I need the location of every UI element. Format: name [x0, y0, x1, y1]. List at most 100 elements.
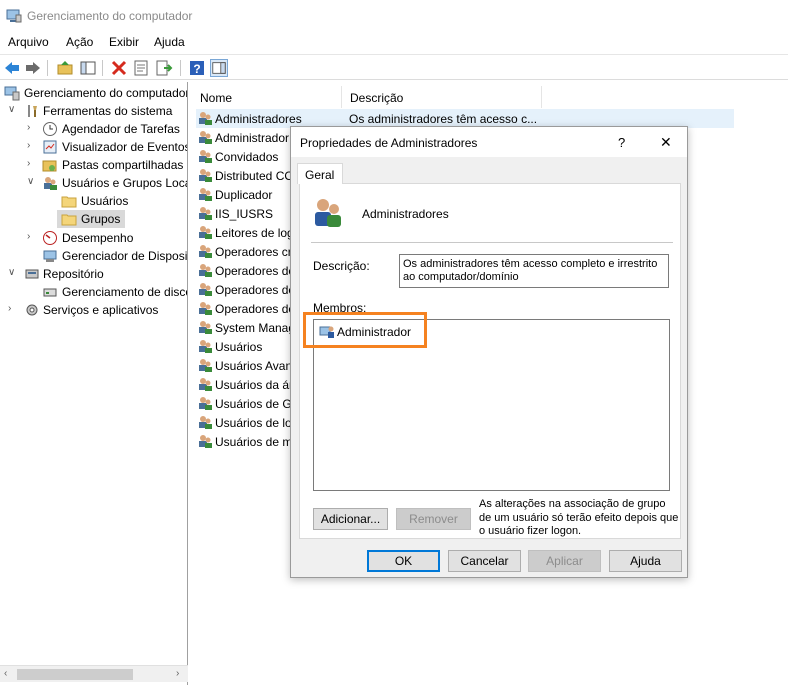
tree-item-label: Usuários: [81, 194, 129, 208]
back-arrow-icon[interactable]: [3, 59, 21, 77]
chevron-right-icon[interactable]: ›: [8, 303, 18, 314]
row-name: Operadores de: [215, 302, 296, 316]
chevron-down-icon[interactable]: ∨: [27, 176, 37, 187]
scroll-left-icon[interactable]: ‹: [4, 668, 7, 679]
group-icon: [199, 378, 212, 391]
tree-item-event-viewer[interactable]: › Visualizador de Eventos: [0, 138, 188, 156]
scrollbar-thumb[interactable]: [17, 669, 133, 680]
menu-arquivo[interactable]: Arquivo: [8, 35, 49, 49]
row-name: Administrador: [215, 131, 290, 145]
row-name: Usuários: [215, 340, 263, 354]
folder-icon: [61, 196, 77, 208]
console-tree: Gerenciamento do computador ∨ Ferramenta…: [0, 82, 188, 685]
tree-horizontal-scrollbar[interactable]: ‹ ›: [0, 665, 188, 682]
column-header-name[interactable]: Nome: [192, 86, 342, 108]
export-list-icon[interactable]: [155, 59, 173, 77]
tree-item-storage[interactable]: ∨ Repositório: [0, 265, 187, 283]
properties-dialog: Propriedades de Administradores ? ✕ Admi…: [290, 126, 688, 578]
toolbar-separator: [47, 60, 48, 76]
tree-item-label: Gerenciamento de disco: [62, 285, 188, 299]
chevron-right-icon[interactable]: ›: [27, 158, 37, 169]
storage-icon: [25, 269, 39, 279]
tree-item-task-scheduler[interactable]: › Agendador de Tarefas: [0, 120, 187, 138]
tree-item-label: Gerenciador de Disposit: [62, 249, 188, 263]
highlight-box: [303, 312, 427, 348]
row-name: Usuários Avan: [215, 359, 293, 373]
row-description: Os administradores têm acesso c...: [349, 112, 538, 126]
row-name: Operadores de: [215, 264, 296, 278]
tree-item-shared-folders[interactable]: › Pastas compartilhadas: [0, 156, 187, 174]
help-icon[interactable]: ?: [188, 59, 206, 77]
computer-mgmt-icon: [4, 86, 20, 101]
description-field[interactable]: Os administradores têm acesso completo e…: [399, 254, 669, 288]
group-icon: [315, 199, 341, 227]
chevron-down-icon[interactable]: ∨: [8, 267, 18, 278]
row-name: Convidados: [215, 150, 279, 164]
remove-button[interactable]: Remover: [396, 508, 471, 530]
tree-item-local-users-groups[interactable]: ∨ Usuários e Grupos Loca: [0, 174, 187, 192]
help-button[interactable]: Ajuda: [609, 550, 682, 572]
add-button[interactable]: Adicionar...: [313, 508, 388, 530]
row-name: Usuários de m: [215, 435, 293, 449]
scroll-right-icon[interactable]: ›: [176, 668, 179, 679]
tree-item-label: Agendador de Tarefas: [62, 122, 180, 136]
device-manager-icon: [43, 250, 57, 262]
help-question-icon[interactable]: ?: [618, 135, 625, 150]
shared-folder-icon: [42, 160, 57, 172]
tree-item-disk-management[interactable]: Gerenciamento de disco: [0, 283, 188, 301]
tree-item-system-tools[interactable]: ∨ Ferramentas do sistema: [0, 102, 187, 120]
menu-acao[interactable]: Ação: [66, 35, 93, 49]
row-name: IIS_IUSRS: [215, 207, 274, 221]
group-icon: [199, 226, 212, 239]
apply-button[interactable]: Aplicar: [528, 550, 601, 572]
row-name: Usuários da ár: [215, 378, 294, 392]
window-title: Gerenciamento do computador: [27, 9, 193, 23]
tree-item-label: Serviços e aplicativos: [43, 303, 159, 317]
row-name: System Manag: [215, 321, 296, 335]
tree-item-device-manager[interactable]: Gerenciador de Disposit: [0, 247, 188, 265]
tab-geral[interactable]: Geral: [297, 163, 343, 184]
group-icon: [199, 245, 212, 258]
clock-icon: [43, 122, 57, 136]
group-icon: [199, 131, 212, 144]
delete-icon[interactable]: [110, 59, 128, 77]
column-header-description[interactable]: Descrição: [342, 86, 542, 108]
group-icon: [199, 112, 212, 125]
menu-ajuda[interactable]: Ajuda: [154, 35, 185, 49]
group-icon: [199, 150, 212, 163]
show-hide-action-pane-icon[interactable]: [210, 59, 228, 77]
menu-exibir[interactable]: Exibir: [109, 35, 139, 49]
row-name: Administradores: [215, 112, 302, 126]
chevron-right-icon[interactable]: ›: [27, 140, 37, 151]
tools-icon: [28, 105, 37, 117]
tree-item-label: Desempenho: [62, 231, 134, 245]
tree-item-label: Visualizador de Eventos: [62, 140, 188, 154]
group-icon: [199, 340, 212, 353]
up-folder-icon[interactable]: [56, 59, 74, 77]
chevron-right-icon[interactable]: ›: [27, 122, 37, 133]
toolbar: ?: [0, 54, 788, 80]
row-name: Duplicador: [215, 188, 273, 202]
properties-icon[interactable]: [132, 59, 150, 77]
close-icon[interactable]: ✕: [660, 134, 672, 151]
tree-item-groups[interactable]: Grupos: [57, 210, 125, 228]
event-viewer-icon: [43, 140, 57, 154]
tree-item-label: Gerenciamento do computador: [24, 86, 188, 100]
show-hide-tree-icon[interactable]: [79, 59, 97, 77]
toolbar-separator: [102, 60, 103, 76]
tree-item-performance[interactable]: › Desempenho: [0, 229, 187, 247]
tab-panel-general: Administradores Descrição: Os administra…: [299, 183, 681, 539]
tree-item-label: Grupos: [81, 212, 121, 226]
row-name: Operadores de: [215, 283, 296, 297]
cancel-button[interactable]: Cancelar: [448, 550, 521, 572]
tree-item-services-apps[interactable]: › Serviços e aplicativos: [0, 301, 187, 319]
group-icon: [199, 169, 212, 182]
chevron-right-icon[interactable]: ›: [27, 231, 37, 242]
group-icon: [199, 416, 212, 429]
tree-item-label: Repositório: [43, 267, 104, 281]
tree-item-users[interactable]: Usuários: [0, 192, 187, 210]
forward-arrow-icon[interactable]: [24, 59, 42, 77]
chevron-down-icon[interactable]: ∨: [8, 104, 18, 115]
ok-button[interactable]: OK: [367, 550, 440, 572]
tree-item-computer-mgmt[interactable]: Gerenciamento do computador: [0, 84, 188, 102]
